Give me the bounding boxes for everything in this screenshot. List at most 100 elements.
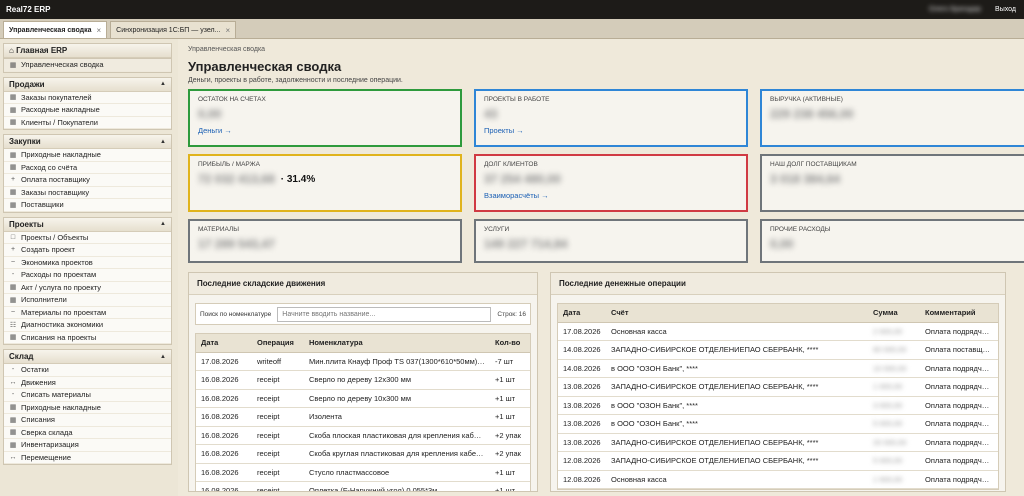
sidebar-item[interactable]: ~ Материалы по проектам: [4, 307, 171, 319]
table-cell: Оплата подрядчику: [920, 470, 998, 489]
grid-icon: ▦: [9, 106, 17, 114]
table-row[interactable]: 13.08.2026 ЗАПАДНО-СИБИРСКОЕ ОТДЕЛЕНИЕПАО…: [558, 377, 998, 397]
sidebar-item[interactable]: ▦ Исполнители: [4, 294, 171, 307]
column-header[interactable]: Операция: [252, 334, 304, 353]
sidebar-item[interactable]: ▦ Списания на проекты: [4, 332, 171, 344]
user-name[interactable]: Олего Бригадир: [929, 6, 981, 13]
table-row[interactable]: 13.08.2026 в ООО "ОЗОН Банк", **** 3 000,0…: [558, 396, 998, 415]
sidebar-item[interactable]: ▦ Заказы поставщику: [4, 187, 171, 199]
top-bar: Real72 ERP Олего Бригадир Выход: [0, 0, 1024, 19]
sidebar-item-label: Приходные накладные: [21, 150, 101, 160]
table-cell: в ООО "ОЗОН Банк", ****: [606, 359, 868, 378]
sidebar-section-header[interactable]: ⌂ Главная ERP: [4, 44, 171, 58]
sidebar-section-header[interactable]: Проекты ▲: [4, 217, 171, 232]
sidebar-item[interactable]: ▦ Списания: [4, 414, 171, 427]
grid-icon: ▦: [9, 334, 17, 342]
table-cell: receipt: [252, 463, 304, 482]
table-row[interactable]: 13.08.2026 в ООО "ОЗОН Банк", **** 5 000,0…: [558, 414, 998, 434]
grid-icon: ▦: [9, 164, 17, 172]
sidebar-item[interactable]: ▦ Приходные накладные: [4, 402, 171, 414]
settlements-link[interactable]: Взаиморасчёты →: [484, 191, 738, 200]
trend-icon: ~: [10, 308, 16, 316]
sidebar-section-purchases: Закупки ▲ ▦ Приходные накладные ▦ Расход с…: [3, 134, 172, 213]
table-row[interactable]: 16.08.2026 receipt Изолента +1 шт: [196, 407, 530, 427]
table-row[interactable]: 17.08.2026 writeoff Мин.плита Кнауф Проф T…: [196, 352, 530, 371]
table-cell: Стусло пластмассовое: [304, 463, 490, 482]
sidebar-item[interactable]: ~ Экономика проектов: [4, 257, 171, 269]
margin-percent: · 31.4%: [280, 173, 316, 185]
table-cell: Изолента: [304, 407, 490, 427]
table-row[interactable]: 12.08.2026 Основная касса 1 500,00 Оплата п…: [558, 470, 998, 489]
table-row[interactable]: 17.08.2026 Основная касса 2 000,00 Оплата п…: [558, 322, 998, 341]
plus-icon: +: [10, 246, 16, 254]
sidebar-item[interactable]: ▦ Сверка склада: [4, 427, 171, 439]
sidebar-item[interactable]: ▦ Поставщики: [4, 199, 171, 212]
sidebar-item-label: Экономика проектов: [21, 257, 93, 267]
kpi-card-supplier-debt: НАШ ДОЛГ ПОСТАВЩИКАМ 3 018 384,64: [760, 154, 1024, 212]
sidebar-item[interactable]: ▦ Акт / услуга по проекту: [4, 282, 171, 294]
sidebar-section-header[interactable]: Закупки ▲: [4, 135, 171, 149]
table-row[interactable]: 16.08.2026 receipt Сверло по дереву 12х300…: [196, 370, 530, 390]
column-header[interactable]: Номенклатура: [304, 334, 490, 353]
close-icon[interactable]: ×: [225, 26, 230, 35]
table-row[interactable]: 14.08.2026 ЗАПАДНО-СИБИРСКОЕ ОТДЕЛЕНИЕПАО…: [558, 340, 998, 360]
sidebar-item[interactable]: ▦ Расходные накладные: [4, 104, 171, 117]
table-cell: ЗАПАДНО-СИБИРСКОЕ ОТДЕЛЕНИЕПАО СБЕРБАНК,…: [606, 433, 868, 452]
column-header[interactable]: Дата: [558, 304, 606, 323]
breadcrumb[interactable]: Управленческая сводка: [188, 46, 1014, 53]
sidebar-item[interactable]: ▦ Инвентаризация: [4, 439, 171, 452]
sidebar-item[interactable]: ▦ Клиенты / Покупатели: [4, 117, 171, 129]
table-row[interactable]: 14.08.2026 в ООО "ОЗОН Банк", **** 10 000,…: [558, 359, 998, 378]
tab-management-summary[interactable]: Управленческая сводка ×: [3, 21, 108, 38]
column-header[interactable]: Счёт: [606, 304, 868, 323]
column-header[interactable]: Комментарий: [920, 304, 998, 323]
sidebar-item[interactable]: □ Проекты / Объекты: [4, 232, 171, 244]
sidebar-item[interactable]: + Оплата поставщику: [4, 174, 171, 187]
folder-icon: □: [10, 233, 16, 241]
column-header[interactable]: Дата: [196, 334, 252, 353]
money-table-body: 17.08.2026 Основная касса 2 000,00 Оплата п…: [558, 322, 998, 489]
search-input[interactable]: [277, 306, 492, 322]
grid-icon: ▦: [9, 404, 17, 412]
table-row[interactable]: 16.08.2026 receipt Оплетка (F-Наружний уго…: [196, 481, 530, 491]
table-row[interactable]: 16.08.2026 receipt Скоба плоская пластиков…: [196, 426, 530, 445]
sidebar-section-title: ⌂ Главная ERP: [9, 46, 68, 55]
caret-up-icon: ▲: [160, 353, 166, 360]
table-cell: 17.08.2026: [558, 322, 606, 341]
table-cell: 14.08.2026: [558, 340, 606, 360]
table-cell: receipt: [252, 481, 304, 491]
sidebar-item[interactable]: ▦ Заказы покупателей: [4, 92, 171, 104]
table-cell: Оплата подрядчику: [920, 433, 998, 452]
table-row[interactable]: 12.08.2026 ЗАПАДНО-СИБИРСКОЕ ОТДЕЛЕНИЕПАО…: [558, 451, 998, 471]
grid-icon: ▦: [9, 94, 17, 102]
sidebar-item[interactable]: ↔ Движения: [4, 377, 171, 389]
sidebar-item[interactable]: - Расходы по проектам: [4, 269, 171, 282]
table-row[interactable]: 16.08.2026 receipt Стусло пластмассовое +1 …: [196, 463, 530, 482]
sidebar-item-label: Исполнители: [21, 295, 67, 305]
card-label: ВЫРУЧКА (АКТИВНЫЕ): [770, 96, 843, 103]
table-row[interactable]: 16.08.2026 receipt Сверло по дереву 10х300…: [196, 389, 530, 408]
sidebar-item[interactable]: + Создать проект: [4, 244, 171, 257]
sidebar-item[interactable]: - Остатки: [4, 364, 171, 377]
sidebar-item[interactable]: - Списать материалы: [4, 389, 171, 402]
table-row[interactable]: 13.08.2026 ЗАПАДНО-СИБИРСКОЕ ОТДЕЛЕНИЕПАО…: [558, 433, 998, 452]
sidebar-item[interactable]: ☷ Диагностика экономики: [4, 319, 171, 332]
table-row[interactable]: 16.08.2026 receipt Скоба круглая пластиков…: [196, 444, 530, 464]
logout-link[interactable]: Выход: [995, 6, 1016, 13]
sidebar-section-main-items: ▦ Управленческая сводка: [3, 59, 172, 73]
money-link[interactable]: Деньги →: [198, 126, 452, 135]
column-header[interactable]: Кол-во: [490, 334, 530, 353]
tab-sync[interactable]: Синхронизация 1С:БП — узел... ×: [110, 21, 237, 38]
sidebar-section-header[interactable]: Склад ▲: [4, 350, 171, 364]
close-icon[interactable]: ×: [96, 26, 101, 35]
column-header[interactable]: Сумма: [868, 304, 920, 323]
sidebar-item[interactable]: ▦ Расход со счёта: [4, 162, 171, 174]
sidebar-section-header[interactable]: Продажи ▲: [4, 77, 171, 92]
sidebar-item-management-summary[interactable]: ▦ Управленческая сводка: [4, 59, 171, 72]
projects-link[interactable]: Проекты →: [484, 126, 738, 135]
sidebar-item[interactable]: ▦ Приходные накладные: [4, 149, 171, 162]
grid-icon: ▦: [9, 151, 17, 159]
table-cell: +1 шт: [490, 407, 530, 427]
sidebar-section-title: Проекты: [9, 219, 44, 229]
sidebar-item[interactable]: ↔ Перемещение: [4, 452, 171, 464]
